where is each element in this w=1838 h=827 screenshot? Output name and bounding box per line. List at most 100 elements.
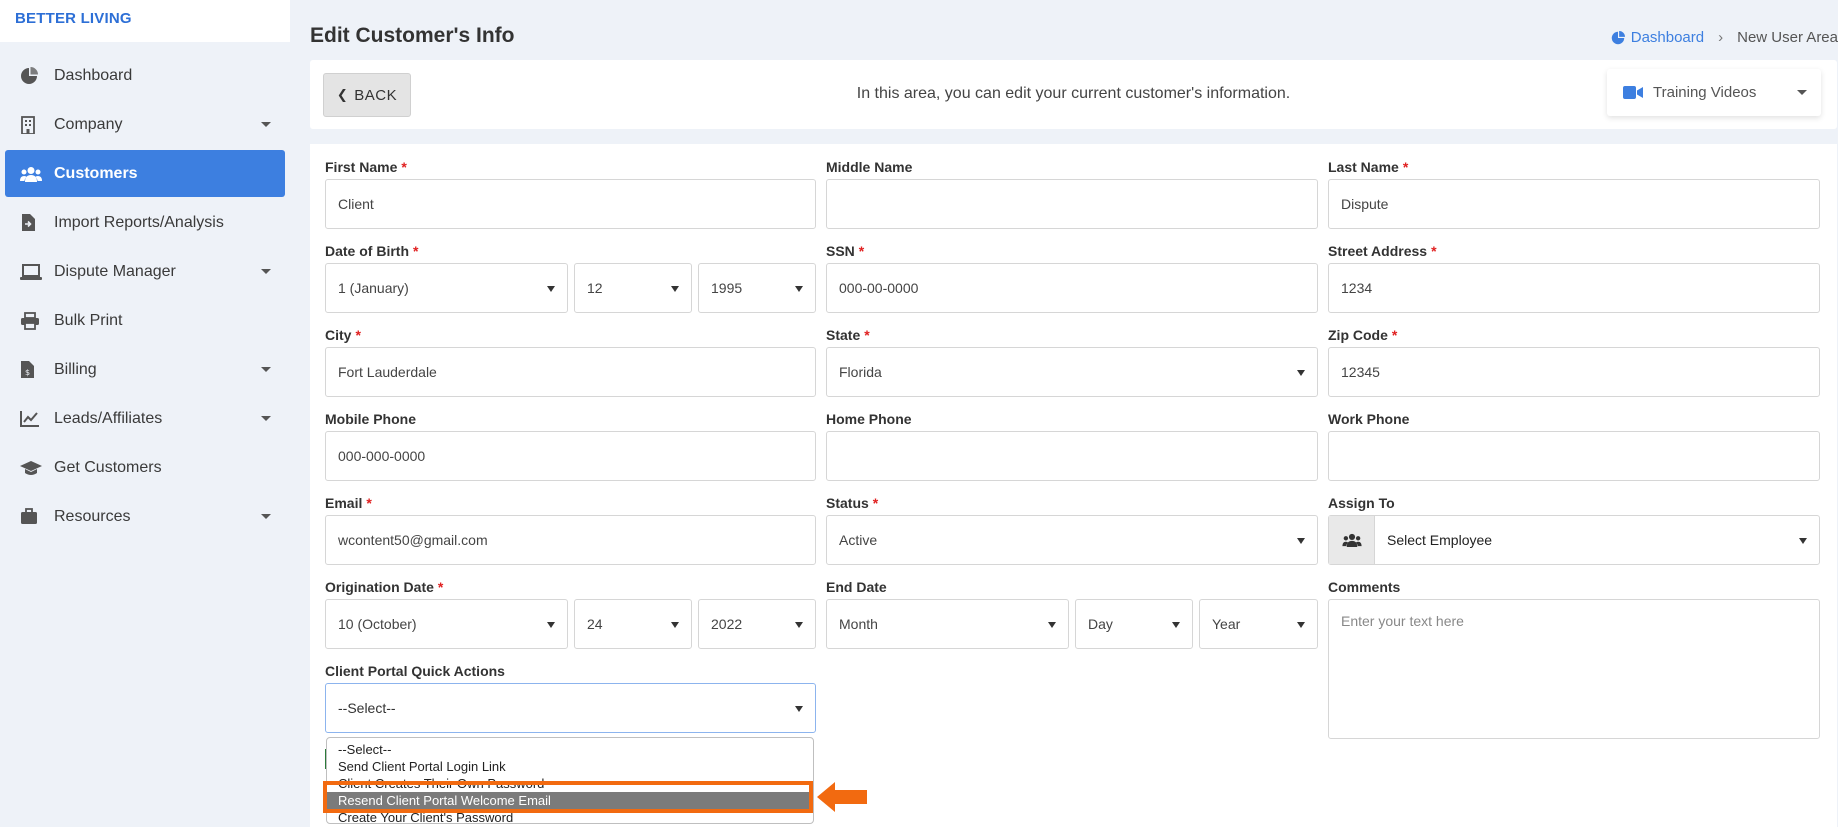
sidebar-item-label: Bulk Print bbox=[54, 311, 123, 329]
zip-group: Zip Code * bbox=[1328, 327, 1397, 345]
ssn-input[interactable]: 000-00-0000 bbox=[826, 263, 1318, 313]
sidebar: BETTER LIVING Dashboard Company Customer… bbox=[0, 0, 290, 827]
sidebar-item-label: Company bbox=[54, 115, 123, 133]
street-address-input[interactable]: 1234 bbox=[1328, 263, 1820, 313]
svg-text:$: $ bbox=[25, 368, 30, 377]
printer-icon bbox=[20, 311, 46, 330]
chevron-right-icon: › bbox=[1718, 29, 1724, 46]
training-videos-label: Training Videos bbox=[1653, 84, 1757, 101]
sidebar-item-label: Billing bbox=[54, 360, 97, 378]
work-phone-input[interactable] bbox=[1328, 431, 1820, 481]
dropdown-option[interactable]: Send Client Portal Login Link bbox=[327, 758, 813, 775]
sidebar-item-company[interactable]: Company bbox=[5, 101, 285, 148]
sidebar-item-dashboard[interactable]: Dashboard bbox=[5, 52, 285, 99]
sidebar-item-customers[interactable]: Customers bbox=[5, 150, 285, 197]
file-import-icon bbox=[20, 213, 46, 232]
dob-group: Date of Birth * bbox=[325, 243, 418, 261]
required-mark: * bbox=[864, 327, 870, 343]
chart-line-icon bbox=[20, 410, 46, 427]
email-input[interactable]: wcontent50@gmail.com bbox=[325, 515, 816, 565]
email-group: Email * bbox=[325, 495, 372, 513]
first-name-group: First Name * bbox=[325, 159, 407, 177]
orig-year-select[interactable]: 2022 bbox=[698, 599, 816, 649]
comments-label: Comments bbox=[1328, 579, 1401, 595]
quick-actions-group: Client Portal Quick Actions bbox=[325, 663, 505, 681]
pie-chart-icon bbox=[20, 66, 46, 85]
status-label: Status bbox=[826, 495, 869, 511]
sidebar-item-get-customers[interactable]: Get Customers bbox=[5, 444, 285, 491]
dropdown-option[interactable]: --Select-- bbox=[327, 741, 813, 758]
building-icon bbox=[20, 115, 46, 134]
assign-to-select[interactable]: Select Employee bbox=[1328, 515, 1820, 565]
state-label: State bbox=[826, 327, 861, 343]
end-day-select[interactable]: Day bbox=[1075, 599, 1193, 649]
required-mark: * bbox=[437, 579, 444, 595]
sidebar-item-dispute-manager[interactable]: Dispute Manager bbox=[5, 248, 285, 295]
middle-name-input[interactable] bbox=[826, 179, 1318, 229]
pie-chart-icon bbox=[1611, 30, 1625, 44]
email-label: Email bbox=[325, 495, 363, 511]
laptop-icon bbox=[20, 263, 46, 280]
sidebar-item-label: Leads/Affiliates bbox=[54, 409, 163, 427]
end-month-select[interactable]: Month bbox=[826, 599, 1069, 649]
city-label: City bbox=[325, 327, 352, 343]
sidebar-item-bulk-print[interactable]: Bulk Print bbox=[5, 297, 285, 344]
sidebar-item-billing[interactable]: $ Billing bbox=[5, 346, 285, 393]
status-select[interactable]: Active bbox=[826, 515, 1318, 565]
comments-textarea[interactable]: Enter your text here bbox=[1328, 599, 1820, 739]
middle-name-label: Middle Name bbox=[826, 159, 913, 175]
state-select[interactable]: Florida bbox=[826, 347, 1318, 397]
first-name-input[interactable]: Client bbox=[325, 179, 816, 229]
training-videos-button[interactable]: Training Videos bbox=[1607, 69, 1821, 116]
orig-day-select[interactable]: 24 bbox=[574, 599, 692, 649]
users-icon bbox=[1329, 516, 1375, 564]
work-phone-group: Work Phone bbox=[1328, 411, 1409, 429]
topbar: ❮ BACK In this area, you can edit your c… bbox=[310, 60, 1837, 129]
chevron-down-icon bbox=[261, 514, 271, 519]
orig-month-select[interactable]: 10 (October) bbox=[325, 599, 568, 649]
end-date-group: End Date bbox=[826, 579, 887, 597]
required-mark: * bbox=[1391, 327, 1398, 343]
orig-date-group: Origination Date * bbox=[325, 579, 443, 597]
mobile-phone-input[interactable]: 000-000-0000 bbox=[325, 431, 816, 481]
sidebar-item-label: Customers bbox=[54, 164, 138, 182]
street-label: Street Address bbox=[1328, 243, 1428, 259]
sidebar-item-label: Import Reports/Analysis bbox=[54, 213, 224, 231]
required-mark: * bbox=[872, 495, 879, 511]
arrow-left-icon bbox=[817, 782, 867, 812]
dob-day-select[interactable]: 12 bbox=[574, 263, 692, 313]
end-date-label: End Date bbox=[826, 579, 887, 595]
ssn-group: SSN * bbox=[826, 243, 864, 261]
sidebar-item-resources[interactable]: Resources bbox=[5, 493, 285, 540]
city-group: City * bbox=[325, 327, 361, 345]
zip-label: Zip Code bbox=[1328, 327, 1388, 343]
breadcrumb-dashboard-link[interactable]: Dashboard bbox=[1611, 29, 1704, 46]
work-phone-label: Work Phone bbox=[1328, 411, 1410, 427]
invoice-icon: $ bbox=[20, 360, 46, 379]
quick-actions-select[interactable]: --Select-- bbox=[325, 683, 816, 733]
required-mark: * bbox=[413, 243, 419, 259]
sidebar-item-label: Get Customers bbox=[54, 458, 162, 476]
brand-logo[interactable]: BETTER LIVING bbox=[0, 0, 290, 42]
sidebar-item-label: Dispute Manager bbox=[54, 262, 176, 280]
sidebar-item-import-reports[interactable]: Import Reports/Analysis bbox=[5, 199, 285, 246]
dob-year-select[interactable]: 1995 bbox=[698, 263, 816, 313]
mobile-group: Mobile Phone bbox=[325, 411, 416, 429]
zip-code-input[interactable]: 12345 bbox=[1328, 347, 1820, 397]
first-name-label: First Name bbox=[325, 159, 398, 175]
middle-name-group: Middle Name bbox=[826, 159, 912, 177]
state-group: State * bbox=[826, 327, 870, 345]
home-phone-input[interactable] bbox=[826, 431, 1318, 481]
mobile-label: Mobile Phone bbox=[325, 411, 416, 427]
sidebar-item-leads-affiliates[interactable]: Leads/Affiliates bbox=[5, 395, 285, 442]
last-name-input[interactable]: Dispute bbox=[1328, 179, 1820, 229]
dob-month-select[interactable]: 1 (January) bbox=[325, 263, 568, 313]
end-year-select[interactable]: Year bbox=[1199, 599, 1318, 649]
city-input[interactable]: Fort Lauderdale bbox=[325, 347, 816, 397]
dob-label: Date of Birth bbox=[325, 243, 409, 259]
sidebar-item-label: Resources bbox=[54, 507, 131, 525]
video-camera-icon bbox=[1623, 86, 1643, 99]
chevron-down-icon bbox=[261, 367, 271, 372]
required-mark: * bbox=[1402, 159, 1409, 175]
chevron-down-icon bbox=[1797, 90, 1807, 95]
